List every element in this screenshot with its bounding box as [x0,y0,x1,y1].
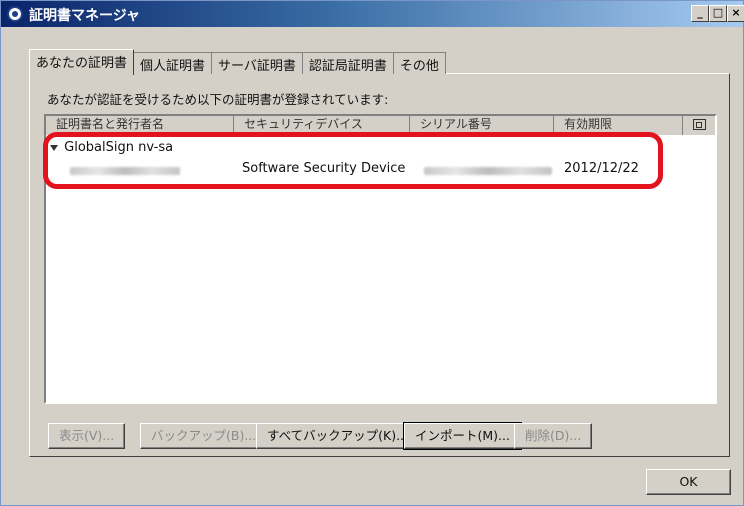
app-icon [7,6,23,22]
backup-button[interactable]: バックアップ(B)... [140,423,268,449]
minimize-button[interactable]: _ [691,5,709,22]
close-button[interactable]: × [727,5,744,22]
tab-others[interactable]: その他 [392,52,446,74]
certificate-manager-window: 証明書マネージャ _ □ × あなたの証明書 個人証明書 サーバ証明書 認証局証… [0,0,744,506]
column-picker-icon [692,119,706,130]
title-bar[interactable]: 証明書マネージャ _ □ × [1,1,744,27]
view-button[interactable]: 表示(V)... [48,423,126,449]
tab-strip: あなたの証明書 個人証明書 サーバ証明書 認証局証明書 その他 [29,49,446,75]
import-button[interactable]: インポート(M)... [403,422,522,450]
highlight-annotation [43,132,663,189]
tab-ca-certificates[interactable]: 認証局証明書 [301,52,394,74]
tab-server-certificates[interactable]: サーバ証明書 [211,52,303,74]
backup-all-button[interactable]: すべてバックアップ(K)... [256,423,419,449]
column-picker-button[interactable] [683,116,715,135]
maximize-button[interactable]: □ [709,5,727,22]
description-text: あなたが認証を受けるため以下の証明書が登録されています: [47,92,389,107]
window-title: 証明書マネージャ [29,8,141,24]
tab-your-certificates[interactable]: あなたの証明書 [29,49,135,75]
delete-button[interactable]: 削除(D)... [514,423,593,449]
tab-personal-certificates[interactable]: 個人証明書 [133,52,213,74]
ok-button[interactable]: OK [646,469,731,495]
